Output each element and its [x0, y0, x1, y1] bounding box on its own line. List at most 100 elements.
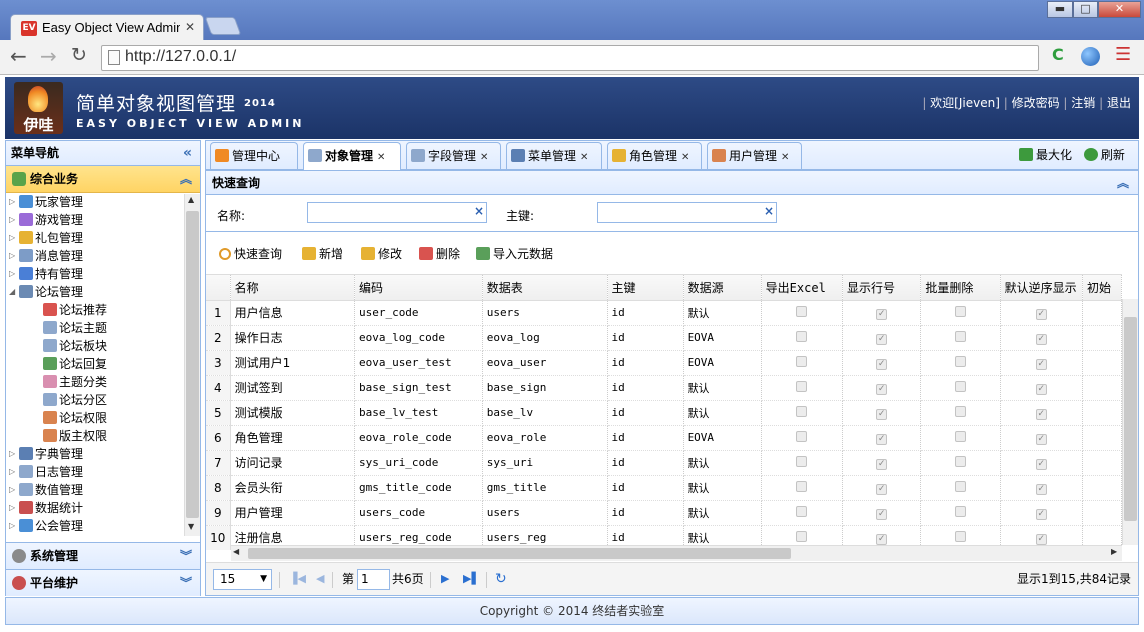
tree-item[interactable]: 论坛推荐	[43, 301, 107, 319]
checkbox[interactable]	[954, 530, 966, 542]
checkbox[interactable]	[796, 305, 808, 317]
checkbox[interactable]: ✓	[876, 384, 888, 395]
checkbox[interactable]	[796, 430, 808, 442]
collapsed-arrow-icon[interactable]: ▷	[9, 265, 15, 283]
tab-2[interactable]: 字段管理 ✕	[406, 142, 501, 169]
checkbox[interactable]	[796, 455, 808, 467]
table-row[interactable]: 7 访问记录 sys_uri_code sys_uri id 默认 ✓ ✓	[206, 450, 1122, 476]
tree-item[interactable]: ◢ 论坛管理	[9, 283, 83, 301]
collapse-query-icon[interactable]: ︽	[1117, 171, 1129, 195]
table-row[interactable]: 4 测试签到 base_sign_test base_sign id 默认 ✓ ✓	[206, 375, 1122, 401]
checkbox[interactable]: ✓	[1035, 309, 1047, 320]
column-header[interactable]: 导出Excel	[761, 275, 843, 301]
menu-icon[interactable]: ☰	[1115, 44, 1131, 65]
last-page-icon[interactable]: ▶▌	[463, 563, 480, 595]
tree-item[interactable]: 论坛主题	[43, 319, 107, 337]
checkbox[interactable]	[954, 430, 966, 442]
sidebar-scroll-thumb[interactable]	[186, 211, 199, 518]
collapse-sidebar-icon[interactable]: «	[183, 141, 192, 165]
tab-5[interactable]: 用户管理 ✕	[707, 142, 802, 169]
tab-close-icon[interactable]: ✕	[185, 20, 195, 34]
sidebar-scrollbar[interactable]: ▲ ▼	[184, 194, 200, 536]
next-page-icon[interactable]: ▶	[441, 563, 449, 595]
table-row[interactable]: 6 角色管理 eova_role_code eova_role id EOVA ✓ ✓	[206, 425, 1122, 451]
tree-item[interactable]: ▷ 礼包管理	[9, 229, 83, 247]
tab-close-icon[interactable]: ✕	[681, 152, 689, 163]
tree-item[interactable]: ▷ 字典管理	[9, 445, 83, 463]
checkbox[interactable]: ✓	[1035, 434, 1047, 445]
checkbox[interactable]: ✓	[1035, 359, 1047, 370]
checkbox[interactable]: ✓	[876, 409, 888, 420]
grid-horizontal-scrollbar[interactable]: ◀ ▶	[231, 545, 1122, 561]
tree-item[interactable]: 主题分类	[43, 373, 107, 391]
refresh-tool[interactable]: 刷新	[1101, 148, 1125, 162]
checkbox[interactable]	[796, 480, 808, 492]
welcome-user-link[interactable]: 欢迎[Jieven]	[930, 96, 1000, 110]
tab-close-icon[interactable]: ✕	[781, 152, 789, 163]
table-row[interactable]: 8 会员头衔 gms_title_code gms_title id 默认 ✓ ✓	[206, 475, 1122, 501]
checkbox[interactable]: ✓	[876, 484, 888, 495]
tree-item[interactable]: 论坛板块	[43, 337, 107, 355]
browser-tab[interactable]: EV Easy Object View Admin ✕	[10, 14, 204, 41]
new-tab-button[interactable]	[204, 17, 242, 35]
tab-0[interactable]: 管理中心	[210, 142, 298, 169]
checkbox[interactable]: ✓	[1035, 534, 1047, 545]
accordion-system[interactable]: 系统管理 ︾	[6, 542, 200, 569]
tab-4[interactable]: 角色管理 ✕	[607, 142, 702, 169]
checkbox[interactable]: ✓	[876, 334, 888, 345]
checkbox[interactable]	[954, 480, 966, 492]
tree-item[interactable]: 论坛权限	[43, 409, 107, 427]
column-header[interactable]: 数据表	[482, 275, 608, 301]
table-row[interactable]: 2 操作日志 eova_log_code eova_log id EOVA ✓ ✓	[206, 325, 1122, 351]
checkbox[interactable]	[796, 505, 808, 517]
prev-page-icon[interactable]: ◀	[316, 563, 324, 595]
refresh-page-icon[interactable]: ↻	[495, 563, 507, 595]
maximize-tool[interactable]: 最大化	[1036, 148, 1072, 162]
collapsed-arrow-icon[interactable]: ▷	[9, 481, 15, 499]
tree-item[interactable]: 版主权限	[43, 427, 107, 445]
checkbox[interactable]	[954, 305, 966, 317]
table-row[interactable]: 1 用户信息 user_code users id 默认 ✓ ✓	[206, 300, 1122, 326]
checkbox[interactable]	[954, 405, 966, 417]
quick-query-button[interactable]: 快速查询	[219, 243, 282, 265]
checkbox[interactable]: ✓	[876, 434, 888, 445]
minimize-button[interactable]: ▬	[1047, 1, 1073, 18]
reload-icon[interactable]: ↻	[71, 44, 87, 66]
checkbox[interactable]: ✓	[876, 309, 888, 320]
change-password-link[interactable]: 修改密码	[1012, 96, 1060, 110]
column-header[interactable]: 初始	[1082, 275, 1122, 301]
import-metadata-button[interactable]: 导入元数据	[476, 243, 553, 265]
accordion-business[interactable]: 综合业务 ︽	[6, 166, 200, 193]
checkbox[interactable]: ✓	[1035, 509, 1047, 520]
tree-item[interactable]: ▷ 游戏管理	[9, 211, 83, 229]
chevron-down-icon[interactable]: ︾	[180, 543, 192, 569]
column-header[interactable]: 主键	[607, 275, 684, 301]
accordion-platform[interactable]: 平台维护 ︾	[6, 569, 200, 596]
page-size-select[interactable]: 15 ▼	[213, 569, 272, 590]
table-row[interactable]: 5 测试模版 base_lv_test base_lv id 默认 ✓ ✓	[206, 400, 1122, 426]
checkbox[interactable]: ✓	[876, 534, 888, 545]
collapsed-arrow-icon[interactable]: ▷	[9, 193, 15, 211]
exit-link[interactable]: 退出	[1107, 96, 1131, 110]
maximize-button[interactable]: □	[1073, 1, 1098, 18]
collapsed-arrow-icon[interactable]: ▷	[9, 211, 15, 229]
checkbox[interactable]	[954, 380, 966, 392]
column-header[interactable]: 编码	[354, 275, 483, 301]
clear-icon[interactable]: ×	[764, 204, 774, 218]
tab-1[interactable]: 对象管理 ✕	[303, 142, 401, 170]
column-header[interactable]: 默认逆序显示	[1000, 275, 1083, 301]
add-button[interactable]: 新增	[302, 243, 343, 265]
table-row[interactable]: 3 测试用户1 eova_user_test eova_user id EOVA ✓ ✓	[206, 350, 1122, 376]
tree-item[interactable]: ▷ 持有管理	[9, 265, 83, 283]
grid-vertical-scrollbar[interactable]	[1122, 299, 1138, 545]
checkbox[interactable]: ✓	[1035, 409, 1047, 420]
checkbox[interactable]: ✓	[1035, 334, 1047, 345]
collapsed-arrow-icon[interactable]: ▷	[9, 517, 15, 535]
window-close-button[interactable]: ✕	[1098, 1, 1141, 18]
back-icon[interactable]: ←	[10, 44, 27, 68]
first-page-icon[interactable]: ▐◀	[289, 563, 306, 595]
pk-input[interactable]: ×	[597, 202, 777, 223]
tree-item[interactable]: ▷ 数值管理	[9, 481, 83, 499]
collapsed-arrow-icon[interactable]: ▷	[9, 463, 15, 481]
checkbox[interactable]	[954, 455, 966, 467]
